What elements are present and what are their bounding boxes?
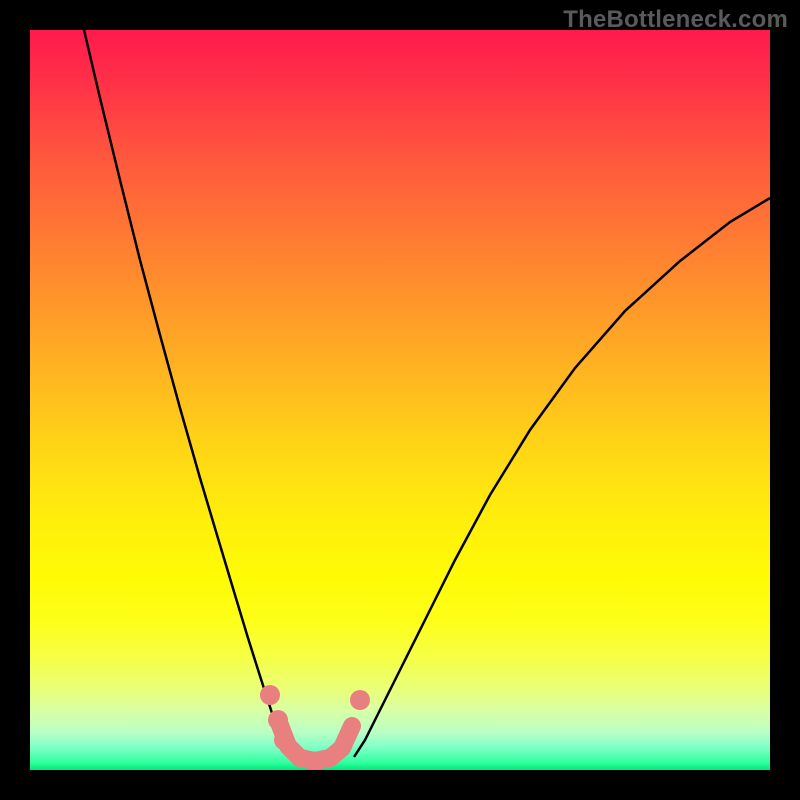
series-right-branch	[354, 198, 770, 757]
dot-left-1	[260, 685, 280, 705]
watermark-text: TheBottleneck.com	[563, 6, 788, 34]
chart-frame: TheBottleneck.com	[0, 0, 800, 800]
dot-right-1	[350, 690, 370, 710]
dot-left-3	[274, 730, 294, 750]
series-left-branch	[84, 30, 288, 757]
curve-layer	[30, 30, 770, 770]
plot-area	[30, 30, 770, 770]
dot-left-2	[268, 710, 288, 730]
